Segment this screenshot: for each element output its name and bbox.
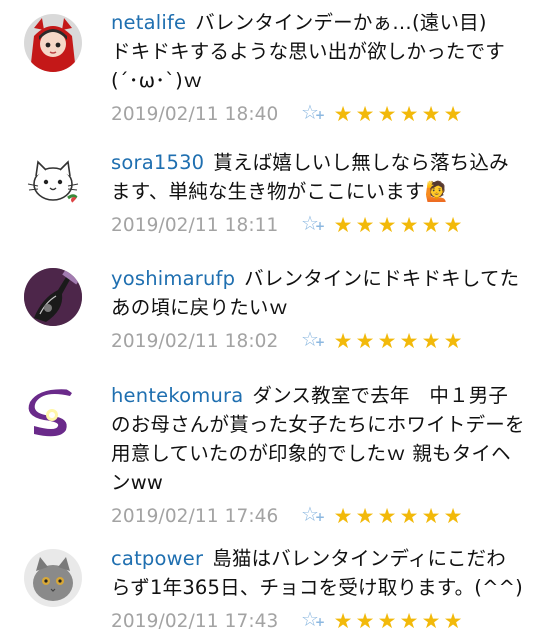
rating-star-icon: ★ bbox=[421, 102, 441, 126]
rating-star-icon: ★ bbox=[377, 609, 397, 633]
guitar-photo-avatar bbox=[24, 268, 82, 326]
username-link[interactable]: sora1530 bbox=[111, 151, 204, 174]
comment-meta: 2019/02/11 18:40 ☆ + ★ ★ ★ ★ ★ ★ bbox=[111, 101, 525, 127]
rating-star-icon: ★ bbox=[333, 329, 353, 353]
username-link[interactable]: yoshimarufp bbox=[111, 267, 235, 290]
username-link[interactable]: netalife bbox=[111, 11, 186, 34]
rating-star-icon: ★ bbox=[333, 213, 353, 237]
rating-star-icon: ★ bbox=[333, 609, 353, 633]
rating-star-icon: ★ bbox=[443, 609, 463, 633]
comment-date: 2019/02/11 18:40 bbox=[111, 103, 279, 125]
username-link[interactable]: hentekomura bbox=[111, 384, 243, 407]
rating-star-icon: ★ bbox=[443, 504, 463, 528]
favorite-star-plus-icon[interactable]: ☆ + bbox=[301, 101, 327, 125]
purple-s-logo-avatar bbox=[24, 386, 82, 444]
rating-star-icon: ★ bbox=[443, 102, 463, 126]
rating-star-icon: ★ bbox=[421, 504, 441, 528]
comment-date: 2019/02/11 18:11 bbox=[111, 214, 279, 236]
rating-stars: ★ ★ ★ ★ ★ ★ bbox=[333, 610, 463, 632]
comment-list: netalife バレンタインデーかぁ…(遠い目) ドキドキするような思い出が欲し… bbox=[0, 0, 559, 640]
rating-star-icon: ★ bbox=[377, 102, 397, 126]
rating-star-icon: ★ bbox=[421, 213, 441, 237]
rating-star-icon: ★ bbox=[399, 504, 419, 528]
comment-date: 2019/02/11 18:02 bbox=[111, 330, 279, 352]
red-hood-anime-girl-avatar bbox=[24, 14, 82, 72]
comment-text-block: catpower 島猫はバレンタインディにこだわらず1年365日、チョコを受け取り… bbox=[111, 544, 525, 602]
username-link[interactable]: catpower bbox=[111, 547, 203, 570]
rating-star-icon: ★ bbox=[333, 504, 353, 528]
avatar[interactable] bbox=[24, 14, 82, 72]
rating-star-icon: ★ bbox=[399, 213, 419, 237]
comment-text-block: sora1530 貰えば嬉しいし無しなら落ち込みます、単純な生き物がここにいます🙋 bbox=[111, 148, 525, 206]
avatar[interactable] bbox=[24, 268, 82, 326]
comment-meta: 2019/02/11 18:11 ☆ + ★ ★ ★ ★ ★ ★ bbox=[111, 212, 525, 238]
rating-stars: ★ ★ ★ ★ ★ ★ bbox=[333, 214, 463, 236]
rating-star-icon: ★ bbox=[443, 213, 463, 237]
avatar[interactable] bbox=[24, 549, 82, 607]
avatar[interactable] bbox=[24, 152, 82, 210]
rating-star-icon: ★ bbox=[399, 609, 419, 633]
rating-star-icon: ★ bbox=[421, 609, 441, 633]
rating-star-icon: ★ bbox=[377, 329, 397, 353]
rating-star-icon: ★ bbox=[421, 329, 441, 353]
white-cat-doodle-avatar bbox=[24, 152, 82, 210]
comment-body: netalife バレンタインデーかぁ…(遠い目) ドキドキするような思い出が欲し… bbox=[111, 8, 525, 127]
rating-star-icon: ★ bbox=[399, 329, 419, 353]
comment-date: 2019/02/11 17:43 bbox=[111, 610, 279, 632]
comment-body: catpower 島猫はバレンタインディにこだわらず1年365日、チョコを受け取り… bbox=[111, 544, 525, 634]
comment-text-block: hentekomura ダンス教室で去年 中１男子のお母さんが貰った女子たちにホワ… bbox=[111, 381, 525, 497]
rating-star-icon: ★ bbox=[355, 504, 375, 528]
comment-meta: 2019/02/11 17:43 ☆ + ★ ★ ★ ★ ★ ★ bbox=[111, 608, 525, 634]
favorite-star-plus-icon[interactable]: ☆ + bbox=[301, 608, 327, 632]
rating-star-icon: ★ bbox=[355, 102, 375, 126]
rating-star-icon: ★ bbox=[355, 609, 375, 633]
comment-meta: 2019/02/11 17:46 ☆ + ★ ★ ★ ★ ★ ★ bbox=[111, 503, 525, 529]
rating-star-icon: ★ bbox=[377, 213, 397, 237]
rating-star-icon: ★ bbox=[333, 102, 353, 126]
comment-meta: 2019/02/11 18:02 ☆ + ★ ★ ★ ★ ★ ★ bbox=[111, 328, 525, 354]
favorite-star-plus-icon[interactable]: ☆ + bbox=[301, 503, 327, 527]
rating-star-icon: ★ bbox=[355, 329, 375, 353]
rating-star-icon: ★ bbox=[443, 329, 463, 353]
gray-cat-photo-avatar bbox=[24, 549, 82, 607]
comment-body: sora1530 貰えば嬉しいし無しなら落ち込みます、単純な生き物がここにいます🙋… bbox=[111, 148, 525, 238]
rating-star-icon: ★ bbox=[377, 504, 397, 528]
rating-stars: ★ ★ ★ ★ ★ ★ bbox=[333, 330, 463, 352]
rating-stars: ★ ★ ★ ★ ★ ★ bbox=[333, 505, 463, 527]
comment-body: hentekomura ダンス教室で去年 中１男子のお母さんが貰った女子たちにホワ… bbox=[111, 381, 525, 529]
comment-text-block: netalife バレンタインデーかぁ…(遠い目) ドキドキするような思い出が欲し… bbox=[111, 8, 525, 95]
rating-stars: ★ ★ ★ ★ ★ ★ bbox=[333, 103, 463, 125]
favorite-star-plus-icon[interactable]: ☆ + bbox=[301, 328, 327, 352]
rating-star-icon: ★ bbox=[355, 213, 375, 237]
favorite-star-plus-icon[interactable]: ☆ + bbox=[301, 212, 327, 236]
comment-text-block: yoshimarufp バレンタインにドキドキしてたあの頃に戻りたいｗ bbox=[111, 264, 525, 322]
comment-body: yoshimarufp バレンタインにドキドキしてたあの頃に戻りたいｗ 2019/… bbox=[111, 264, 525, 354]
comment-date: 2019/02/11 17:46 bbox=[111, 505, 279, 527]
avatar[interactable] bbox=[24, 386, 82, 444]
rating-star-icon: ★ bbox=[399, 102, 419, 126]
